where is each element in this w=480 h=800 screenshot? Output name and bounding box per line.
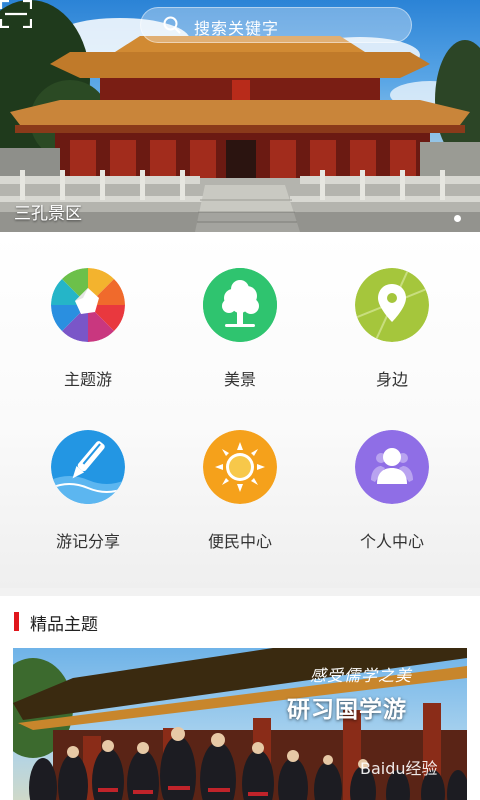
menu-label: 便民中心 [207, 532, 272, 551]
menu-item-nearby[interactable]: 身边 [312, 262, 472, 412]
menu-item-theme-tour[interactable]: 主题游 [8, 262, 168, 412]
banner-caption: 三孔景区 [14, 204, 82, 224]
carousel-dot-active [454, 215, 461, 222]
pen-icon [51, 430, 125, 504]
user-icon [355, 430, 429, 504]
menu-label: 个人中心 [359, 532, 424, 551]
watermark: Baidu经验 [360, 759, 438, 778]
menu-label: 主题游 [63, 370, 112, 389]
carousel-indicator [454, 207, 461, 226]
search-input[interactable]: 搜索关键字 [140, 7, 412, 43]
menu-label: 美景 [223, 370, 256, 389]
scan-icon[interactable] [0, 0, 32, 28]
menu-label: 游记分享 [55, 532, 120, 551]
search-icon [163, 16, 181, 34]
pinwheel-icon [51, 268, 125, 342]
feature-menu: 主题游 美景 身边 游记分享 便民中心 个人中心 [0, 232, 480, 588]
section-title: 精品主题 [30, 615, 98, 635]
featured-title: 研习国学游 [287, 697, 407, 723]
menu-label: 身边 [375, 370, 408, 389]
sun-icon [203, 430, 277, 504]
menu-item-scenery[interactable]: 美景 [160, 262, 320, 412]
location-pin-icon [355, 268, 429, 342]
tree-icon [203, 268, 277, 342]
menu-item-service-center[interactable]: 便民中心 [160, 424, 320, 574]
hero-banner[interactable]: 搜索关键字 三孔景区 [0, 0, 480, 232]
section-accent-bar [14, 612, 19, 631]
search-placeholder: 搜索关键字 [194, 19, 280, 38]
menu-item-profile[interactable]: 个人中心 [312, 424, 472, 574]
menu-item-travel-notes[interactable]: 游记分享 [8, 424, 168, 574]
featured-subtitle: 感受儒学之美 [310, 666, 413, 685]
